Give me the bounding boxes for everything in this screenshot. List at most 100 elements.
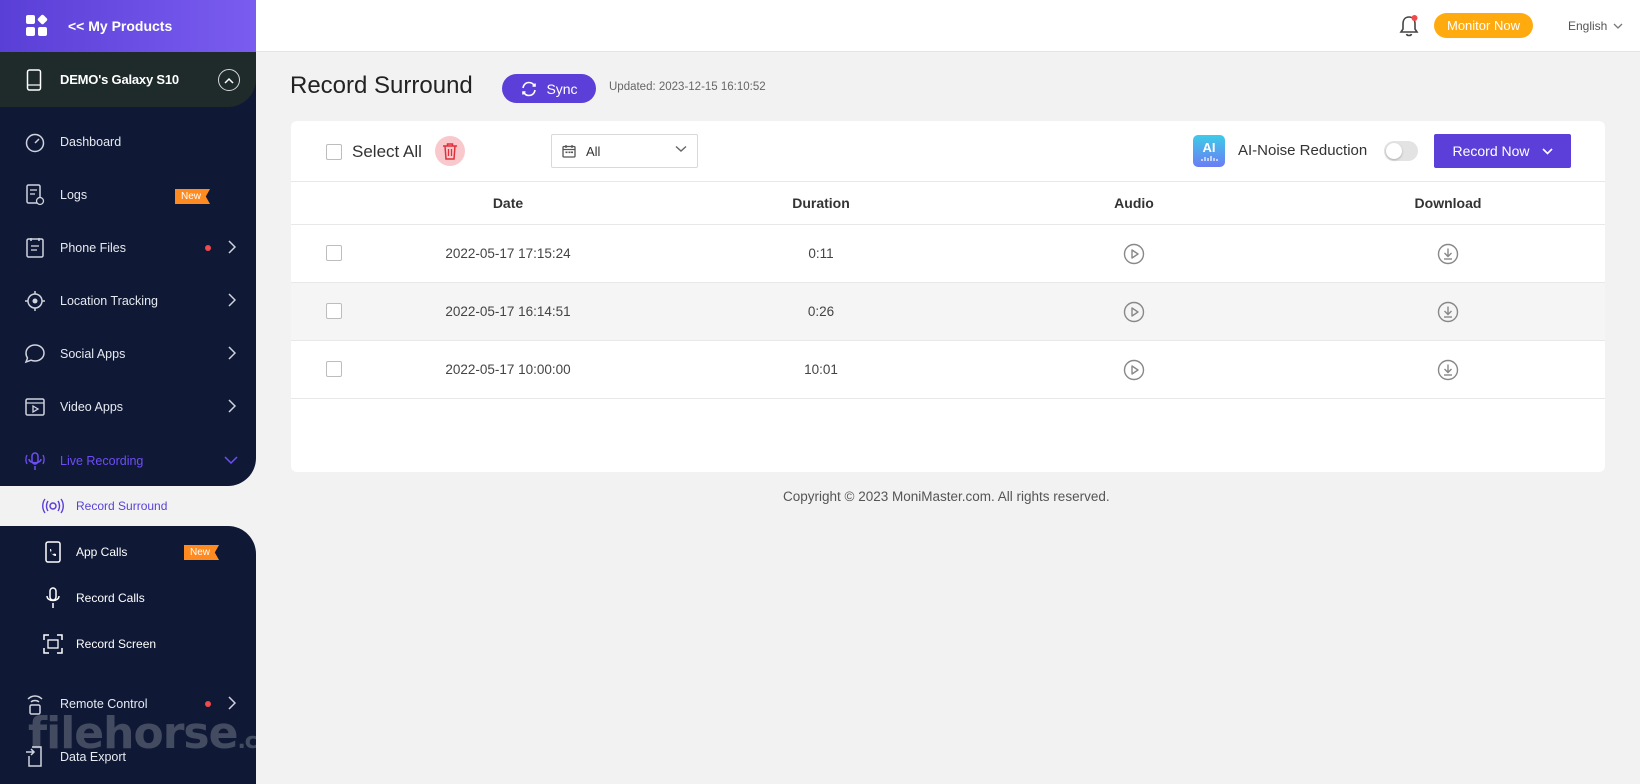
sidebar-subitem-app-calls[interactable]: App Calls New bbox=[0, 529, 256, 575]
play-circle-icon[interactable] bbox=[1123, 301, 1145, 328]
sidebar-subitem-record-calls[interactable]: Record Calls bbox=[0, 575, 256, 621]
new-badge: New bbox=[175, 189, 211, 204]
sync-button[interactable]: Sync bbox=[502, 74, 596, 103]
screen-capture-icon bbox=[42, 633, 64, 655]
last-updated-text: Updated: 2023-12-15 16:10:52 bbox=[609, 81, 766, 93]
play-circle-icon[interactable] bbox=[1123, 359, 1145, 386]
sidebar-item-label: Phone Files bbox=[60, 240, 127, 255]
sidebar-item-location-tracking[interactable]: Location Tracking bbox=[0, 274, 256, 327]
table-row[interactable]: 2022-05-17 17:15:24 0:11 bbox=[291, 225, 1605, 283]
chevron-right-icon bbox=[228, 346, 236, 360]
column-header-audio: Audio bbox=[1114, 195, 1154, 211]
alert-dot bbox=[205, 701, 211, 707]
record-now-button[interactable]: Record Now bbox=[1434, 134, 1571, 168]
row-date: 2022-05-17 10:00:00 bbox=[445, 362, 571, 377]
sidebar-item-label: Location Tracking bbox=[60, 293, 158, 308]
sidebar-subitem-label: App Calls bbox=[76, 545, 128, 559]
select-all-control[interactable]: Select All bbox=[326, 142, 422, 162]
calendar-icon bbox=[562, 145, 576, 158]
chevron-down-icon bbox=[224, 456, 238, 464]
page-title: Record Surround bbox=[290, 72, 473, 99]
download-circle-icon[interactable] bbox=[1437, 301, 1459, 328]
sync-label: Sync bbox=[546, 80, 578, 97]
row-checkbox[interactable] bbox=[326, 303, 342, 319]
ai-noise-reduction-label: AI-Noise Reduction bbox=[1238, 142, 1368, 159]
microphone-waves-icon bbox=[24, 450, 46, 472]
dashboard-icon bbox=[24, 131, 46, 153]
device-name: DEMO's Galaxy S10 bbox=[60, 72, 179, 87]
recordings-panel: Select All All AI AI-Noise Reduction Rec… bbox=[291, 121, 1605, 472]
select-all-checkbox[interactable] bbox=[326, 144, 342, 160]
chevron-down-icon bbox=[1541, 147, 1553, 155]
date-filter-select[interactable]: All bbox=[551, 134, 698, 168]
sidebar-item-label: Logs bbox=[60, 187, 88, 202]
chevron-down-icon bbox=[1613, 23, 1623, 29]
chevron-up-icon bbox=[224, 77, 234, 84]
row-checkbox[interactable] bbox=[326, 245, 342, 261]
row-checkbox[interactable] bbox=[326, 361, 342, 377]
sidebar-item-logs[interactable]: Logs New bbox=[0, 168, 256, 221]
alert-dot bbox=[205, 245, 211, 251]
sidebar-item-video-apps[interactable]: Video Apps bbox=[0, 380, 256, 433]
logs-icon bbox=[24, 183, 46, 206]
sidebar-item-label: Live Recording bbox=[60, 453, 144, 468]
sidebar-item-phone-files[interactable]: Phone Files bbox=[0, 221, 256, 274]
ai-noise-reduction-toggle[interactable] bbox=[1384, 141, 1418, 161]
select-all-label: Select All bbox=[352, 142, 422, 161]
row-duration: 0:11 bbox=[808, 246, 834, 261]
chevron-right-icon bbox=[228, 240, 236, 254]
surround-sound-icon bbox=[42, 495, 64, 517]
column-header-date[interactable]: Date bbox=[493, 195, 523, 211]
sidebar-subitem-label: Record Screen bbox=[76, 637, 157, 651]
play-circle-icon[interactable] bbox=[1123, 243, 1145, 270]
device-selector[interactable]: DEMO's Galaxy S10 bbox=[0, 52, 256, 107]
refresh-icon bbox=[522, 81, 537, 96]
row-duration: 10:01 bbox=[804, 362, 838, 377]
collapse-device-button[interactable] bbox=[218, 69, 240, 91]
delete-button[interactable] bbox=[435, 136, 465, 166]
table-row[interactable]: 2022-05-17 10:00:00 10:01 bbox=[291, 341, 1605, 399]
file-icon bbox=[24, 237, 46, 259]
column-header-duration[interactable]: Duration bbox=[792, 195, 850, 211]
sidebar: << My Products DEMO's Galaxy S10 Dashboa… bbox=[0, 0, 256, 784]
ai-logo-icon: AI bbox=[1193, 135, 1225, 167]
trash-icon bbox=[443, 143, 457, 160]
sidebar-item-social-apps[interactable]: Social Apps bbox=[0, 327, 256, 380]
sidebar-item-label: Video Apps bbox=[60, 399, 124, 414]
sidebar-item-label: Social Apps bbox=[60, 346, 126, 361]
chevron-right-icon bbox=[228, 399, 236, 413]
row-date: 2022-05-17 17:15:24 bbox=[445, 246, 571, 261]
my-products-label: << My Products bbox=[68, 18, 173, 34]
filehorse-watermark: filehorse.com bbox=[28, 708, 256, 759]
language-label: English bbox=[1568, 19, 1608, 33]
download-circle-icon[interactable] bbox=[1437, 359, 1459, 386]
sidebar-subitem-label: Record Calls bbox=[76, 591, 145, 605]
column-header-download: Download bbox=[1414, 195, 1482, 211]
filter-value: All bbox=[586, 143, 601, 159]
sidebar-item-dashboard[interactable]: Dashboard bbox=[0, 115, 256, 168]
table-row[interactable]: 2022-05-17 16:14:51 0:26 bbox=[291, 283, 1605, 341]
record-now-label: Record Now bbox=[1452, 143, 1530, 159]
sidebar-subitem-record-surround[interactable]: Record Surround bbox=[8, 486, 256, 526]
my-products-link[interactable]: << My Products bbox=[0, 0, 256, 52]
phone-call-icon bbox=[42, 541, 64, 563]
location-icon bbox=[24, 290, 46, 312]
phone-icon bbox=[26, 68, 42, 91]
download-circle-icon[interactable] bbox=[1437, 243, 1459, 270]
language-selector[interactable]: English bbox=[1568, 19, 1623, 33]
chevron-right-icon bbox=[228, 293, 236, 307]
row-duration: 0:26 bbox=[807, 304, 835, 319]
monitor-now-button[interactable]: Monitor Now bbox=[1434, 13, 1533, 38]
copyright-text: Copyright © 2023 MoniMaster.com. All rig… bbox=[783, 489, 1110, 504]
microphone-icon bbox=[42, 587, 64, 609]
table-header: Date Duration Audio Download bbox=[291, 181, 1605, 225]
sidebar-item-label: Dashboard bbox=[60, 134, 122, 149]
sidebar-item-live-recording[interactable]: Live Recording bbox=[0, 434, 256, 487]
bell-icon[interactable] bbox=[1398, 14, 1420, 43]
chat-icon bbox=[24, 343, 46, 365]
row-date: 2022-05-17 16:14:51 bbox=[445, 304, 571, 319]
sidebar-subitem-label: Record Surround bbox=[76, 499, 168, 513]
sidebar-subitem-record-screen[interactable]: Record Screen bbox=[0, 621, 256, 667]
top-header: Monitor Now English bbox=[256, 0, 1640, 52]
video-icon bbox=[24, 396, 46, 418]
